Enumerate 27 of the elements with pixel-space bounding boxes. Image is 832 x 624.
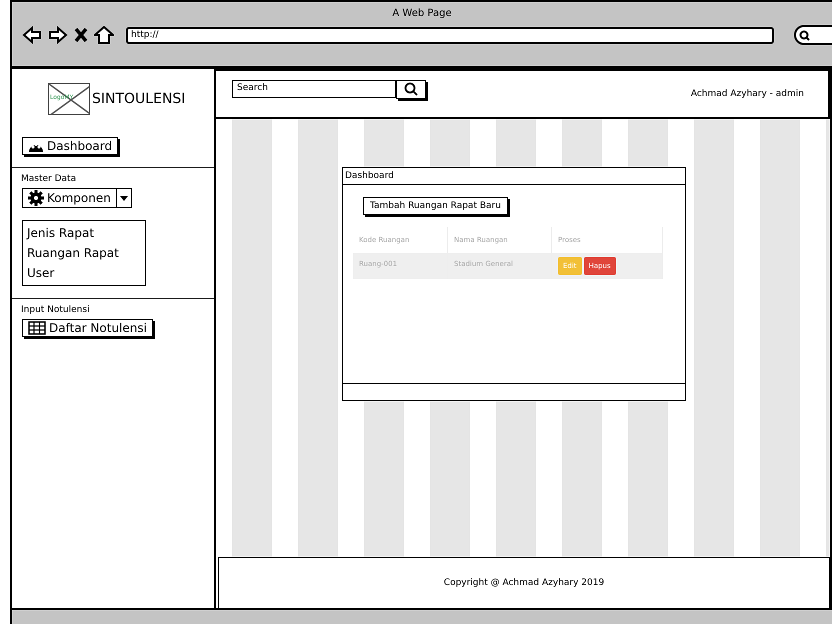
panel-title: Dashboard <box>343 168 685 185</box>
section-heading: Master Data <box>20 174 78 184</box>
search-button[interactable] <box>396 80 426 98</box>
window-title: A Web Page <box>392 8 452 19</box>
menu-item[interactable]: Ruangan Rapat <box>27 243 141 263</box>
add-room-button[interactable]: Tambah Ruangan Rapat Baru <box>363 197 508 215</box>
search-field[interactable]: Search <box>232 80 396 98</box>
menu-item[interactable]: User <box>27 263 141 283</box>
address-field[interactable]: http:// <box>126 26 774 44</box>
menu-item[interactable]: Jenis Rapat <box>27 223 141 243</box>
caret-button[interactable] <box>116 188 132 208</box>
home-icon[interactable] <box>94 26 114 44</box>
copyright-text: Copyright @ Achmad Azyhary 2019 <box>444 578 604 588</box>
table-icon <box>28 321 46 335</box>
dropdown-button[interactable]: Komponen <box>22 188 117 208</box>
search-field[interactable] <box>794 25 832 45</box>
forward-icon[interactable] <box>48 26 68 44</box>
dashboard-button[interactable]: Dashboard <box>22 137 118 155</box>
notes-button[interactable]: Daftar Notulensi <box>22 319 153 337</box>
caret-icon <box>120 196 128 200</box>
brand-name: SINTOULENSI <box>92 91 186 107</box>
gear-icon <box>28 190 44 206</box>
section-heading: Input Notulensi <box>20 305 91 315</box>
close-icon[interactable] <box>74 27 88 43</box>
user-label: Achmad Azyhary - admin <box>690 89 804 99</box>
back-icon[interactable] <box>22 26 42 44</box>
search-icon <box>404 82 418 96</box>
